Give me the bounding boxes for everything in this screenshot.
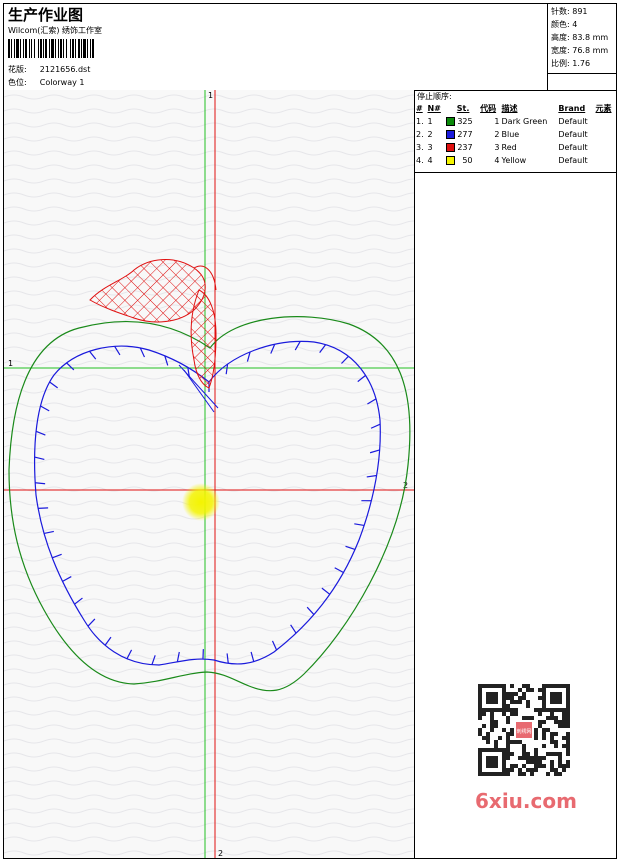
watermark-logo: 6xiu.com — [475, 789, 577, 813]
row-description: Red — [501, 143, 517, 152]
row-stitches: 277 — [445, 128, 479, 141]
stitch-count: 针数: 891 — [551, 7, 588, 16]
header: 生产作业图 Wilcom(汇索) 绣饰工作室 花版: 2121656.dst 色… — [4, 4, 616, 91]
col-stitches: St. — [456, 104, 470, 113]
fabric-texture — [4, 90, 414, 858]
col-description: 描述 — [501, 104, 518, 113]
row-element — [595, 115, 616, 128]
color-swatch — [445, 156, 455, 165]
design-label: 花版: — [8, 65, 27, 74]
stats-box-footer — [547, 74, 616, 90]
row-code: 3 — [494, 143, 500, 152]
row-n: 3 — [427, 143, 433, 152]
color-count: 颜色: 4 — [551, 20, 578, 29]
row-num: 4. — [416, 156, 424, 165]
col-num: # — [416, 104, 423, 113]
design-file-value: 2121656.dst — [39, 65, 91, 74]
design-preview: 1 1 2 2 — [4, 90, 415, 858]
row-num: 1. — [416, 117, 424, 126]
table-row: 4. 4 50 4 Yellow Default — [415, 154, 616, 167]
axis-label-top: 1 — [208, 91, 213, 100]
page-title: 生产作业图 — [8, 6, 84, 24]
row-element — [595, 154, 616, 167]
barcode — [8, 39, 142, 58]
embroidery-canvas: 1 1 2 2 — [4, 90, 414, 858]
row-n: 1 — [427, 117, 433, 126]
header-info: 生产作业图 Wilcom(汇索) 绣饰工作室 花版: 2121656.dst 色… — [4, 4, 547, 90]
row-description: Blue — [501, 130, 520, 139]
colorway-label: 色位: — [8, 78, 27, 87]
design-scale: 比例: 1.76 — [551, 59, 591, 68]
table-row: 3. 3 237 3 Red Default — [415, 141, 616, 154]
row-brand: Default — [558, 143, 588, 152]
row-stitches: 325 — [445, 115, 479, 128]
row-code: 1 — [494, 117, 500, 126]
row-num: 3. — [416, 143, 424, 152]
row-n: 2 — [427, 130, 433, 139]
center-origin-mark — [182, 483, 220, 521]
table-row: 1. 1 325 1 Dark Green Default — [415, 115, 616, 128]
stop-sequence-table: # N# St. 代码 描述 Brand 元素 1. 1 325 1 Dark … — [415, 102, 616, 167]
axis-label-left: 1 — [8, 359, 13, 368]
qr-code-image: 刺绣网 — [478, 684, 570, 776]
color-swatch — [445, 143, 455, 152]
stop-sequence-title: 停止顺序: — [417, 92, 452, 101]
row-code: 2 — [494, 130, 500, 139]
col-n: N# — [427, 104, 441, 113]
design-width: 宽度: 76.8 mm — [551, 46, 609, 55]
col-element: 元素 — [595, 104, 612, 113]
row-element — [595, 128, 616, 141]
row-brand: Default — [558, 117, 588, 126]
svg-text:刺绣网: 刺绣网 — [516, 728, 531, 735]
row-brand: Default — [558, 156, 588, 165]
colorway-row: 色位: Colorway 1 — [8, 77, 85, 88]
axis-label-bottom: 2 — [218, 849, 223, 858]
design-file-row: 花版: 2121656.dst — [8, 64, 90, 75]
row-brand: Default — [558, 130, 588, 139]
design-height: 高度: 83.8 mm — [551, 33, 609, 42]
color-swatch — [445, 117, 455, 126]
row-code: 4 — [494, 156, 500, 165]
col-code: 代码 — [480, 104, 497, 113]
stop-sequence-panel: 停止顺序: # N# St. 代码 描述 Brand 元素 1. 1 325 1… — [415, 90, 616, 173]
color-swatch — [445, 130, 455, 139]
colorway-value: Colorway 1 — [39, 78, 85, 87]
row-n: 4 — [427, 156, 433, 165]
row-stitches: 50 — [445, 154, 479, 167]
row-description: Dark Green — [501, 117, 548, 126]
row-description: Yellow — [501, 156, 527, 165]
qr-code: 刺绣网 — [466, 678, 578, 782]
row-num: 2. — [416, 130, 424, 139]
table-header-row: # N# St. 代码 描述 Brand 元素 — [415, 102, 616, 115]
table-row: 2. 2 277 2 Blue Default — [415, 128, 616, 141]
col-brand: Brand — [558, 104, 586, 113]
row-stitches: 237 — [445, 141, 479, 154]
studio-name: Wilcom(汇索) 绣饰工作室 — [8, 26, 103, 35]
row-element — [595, 141, 616, 154]
stats-box: 针数: 891 颜色: 4 高度: 83.8 mm 宽度: 76.8 mm 比例… — [547, 4, 616, 74]
